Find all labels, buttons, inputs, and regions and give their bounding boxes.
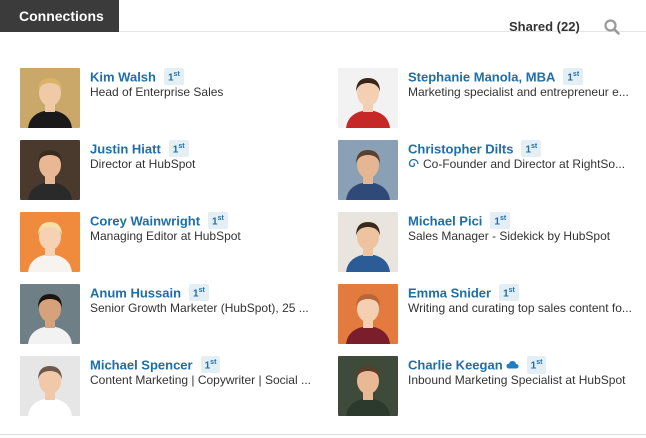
avatar[interactable]: [20, 68, 80, 128]
cloud-icon: [506, 356, 519, 374]
name-line: Michael Pici 1st: [408, 212, 511, 230]
degree-badge: 1st: [208, 212, 228, 230]
degree-badge: 1st: [189, 284, 209, 302]
connection-card: Corey Wainwright 1st Managing Editor at Hu…: [20, 212, 320, 276]
name-line: Christopher Dilts 1st: [408, 140, 542, 158]
connection-name-link[interactable]: Michael Spencer: [90, 357, 193, 372]
avatar[interactable]: [338, 356, 398, 416]
connection-name-link[interactable]: Christopher Dilts: [408, 141, 513, 156]
connection-name-link[interactable]: Emma Snider: [408, 285, 491, 300]
degree-badge: 1st: [490, 212, 511, 230]
name-line: Justin Hiatt 1st: [90, 140, 189, 158]
avatar[interactable]: [20, 356, 80, 416]
connections-grid: Kim Walsh 1st Head of Enterprise Sales Step…: [20, 68, 640, 420]
connections-tab-label: Connections: [19, 8, 104, 24]
connection-name-link[interactable]: Kim Walsh: [90, 69, 156, 84]
connection-headline: Inbound Marketing Specialist at HubSpot: [408, 373, 626, 387]
connection-card: Kim Walsh 1st Head of Enterprise Sales: [20, 68, 320, 132]
connection-name-link[interactable]: Anum Hussain: [90, 285, 181, 300]
avatar[interactable]: [20, 140, 80, 200]
swirl-icon: [408, 158, 419, 172]
connection-card: Michael Pici 1st Sales Manager - Sidekick …: [338, 212, 638, 276]
avatar[interactable]: [338, 212, 398, 272]
degree-badge: 1st: [499, 284, 519, 302]
name-line: Stephanie Manola, MBA 1st: [408, 68, 584, 86]
bottom-divider: [0, 434, 646, 435]
name-line: Anum Hussain 1st: [90, 284, 209, 302]
connection-headline: Writing and curating top sales content f…: [408, 301, 632, 315]
avatar[interactable]: [338, 140, 398, 200]
connection-name-link[interactable]: Michael Pici: [408, 213, 482, 228]
avatar[interactable]: [338, 68, 398, 128]
connection-headline: Content Marketing | Copywriter | Social …: [90, 373, 311, 387]
degree-badge: 1st: [200, 356, 221, 374]
connection-card: Anum Hussain 1st Senior Growth Marketer (H…: [20, 284, 320, 348]
connection-name-link[interactable]: Stephanie Manola, MBA: [408, 69, 555, 84]
connection-card: Christopher Dilts 1st Co-Founder and Direc…: [338, 140, 638, 204]
connection-headline: Head of Enterprise Sales: [90, 85, 224, 99]
connection-card: Charlie Keegan 1st Inbound Marketing Speci…: [338, 356, 638, 420]
name-line: Emma Snider 1st: [408, 284, 519, 302]
name-line: Corey Wainwright 1st: [90, 212, 228, 230]
name-line: Michael Spencer 1st: [90, 356, 221, 374]
connections-tab[interactable]: Connections: [0, 0, 119, 32]
connection-headline: Senior Growth Marketer (HubSpot), 25 ...: [90, 301, 309, 315]
connection-headline: Marketing specialist and entrepreneur e.…: [408, 85, 629, 99]
connection-headline: Director at HubSpot: [90, 157, 196, 171]
avatar[interactable]: [20, 284, 80, 344]
connection-name-link[interactable]: Corey Wainwright: [90, 213, 200, 228]
degree-badge: 1st: [163, 68, 184, 86]
shared-count[interactable]: Shared (22): [509, 19, 580, 34]
degree-badge: 1st: [526, 356, 547, 374]
connection-name-link[interactable]: Charlie Keegan: [408, 358, 503, 373]
connection-name-link[interactable]: Justin Hiatt: [90, 141, 161, 156]
connection-card: Justin Hiatt 1st Director at HubSpot: [20, 140, 320, 204]
avatar[interactable]: [338, 284, 398, 344]
degree-badge: 1st: [168, 140, 189, 158]
connection-headline: Sales Manager - Sidekick by HubSpot: [408, 229, 611, 243]
name-line: Kim Walsh 1st: [90, 68, 184, 86]
name-line: Charlie Keegan 1st: [408, 356, 547, 374]
degree-badge: 1st: [521, 140, 542, 158]
connection-headline: Managing Editor at HubSpot: [90, 229, 241, 243]
connection-headline: Co-Founder and Director at RightSo...: [408, 157, 634, 172]
avatar[interactable]: [20, 212, 80, 272]
connection-card: Michael Spencer 1st Content Marketing | Co…: [20, 356, 320, 420]
degree-badge: 1st: [563, 68, 584, 86]
connection-card: Emma Snider 1st Writing and curating top s…: [338, 284, 638, 348]
search-icon[interactable]: [603, 18, 621, 36]
connection-card: Stephanie Manola, MBA 1st Marketing specia…: [338, 68, 638, 132]
